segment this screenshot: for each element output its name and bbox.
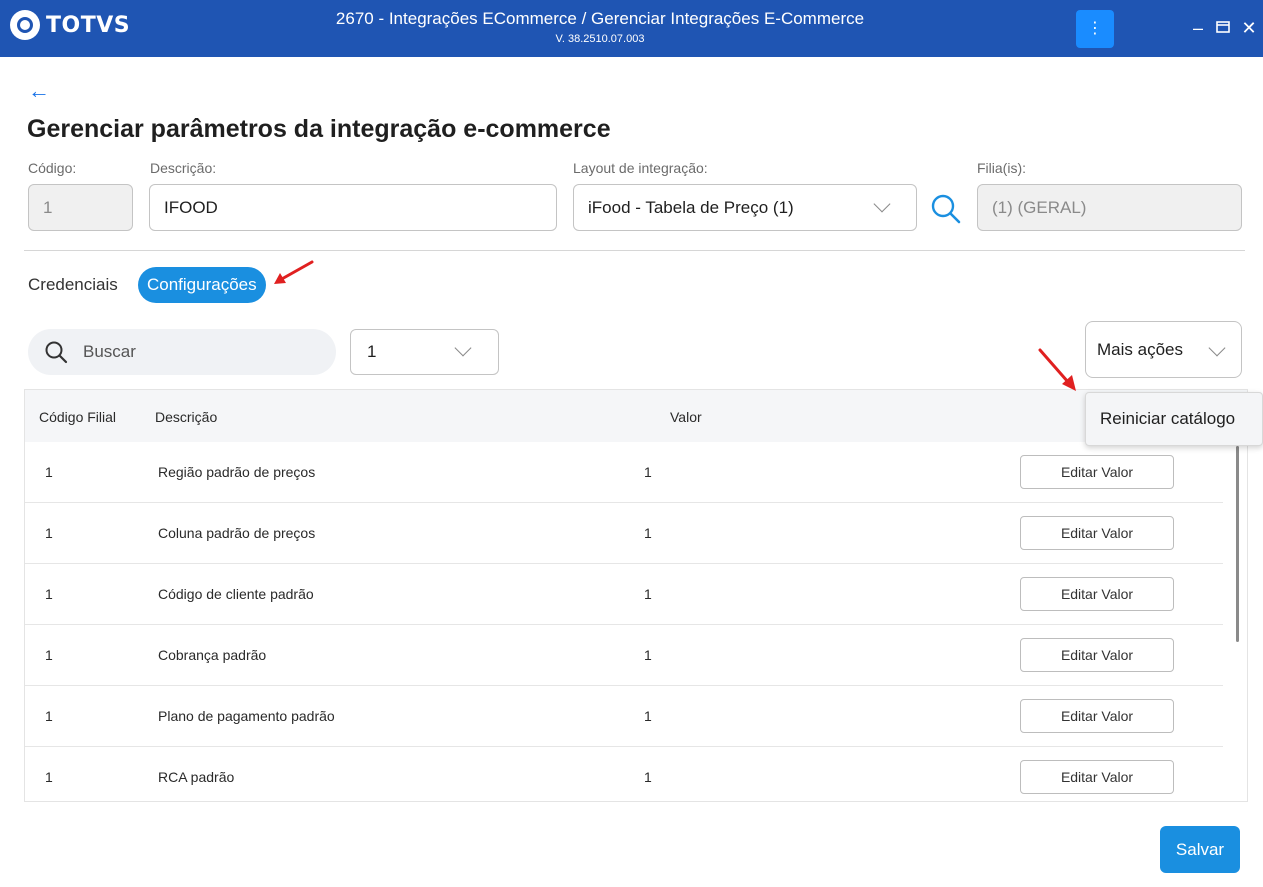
cell-descricao: Cobrança padrão <box>158 647 267 663</box>
search-input[interactable]: Buscar <box>28 329 336 375</box>
page-title: Gerenciar parâmetros da integração e-com… <box>27 115 611 143</box>
annotation-arrow-icon <box>1038 348 1076 391</box>
cell-descricao: RCA padrão <box>158 769 235 785</box>
table-row: 1 RCA padrão 1 Editar Valor <box>25 747 1223 801</box>
edit-value-button[interactable]: Editar Valor <box>1020 638 1174 672</box>
save-button[interactable]: Salvar <box>1160 826 1240 873</box>
cell-valor: 1 <box>644 525 652 541</box>
edit-value-button[interactable]: Editar Valor <box>1020 760 1174 794</box>
maximize-icon[interactable] <box>1210 15 1236 41</box>
column-header-codigo-filial: Código Filial <box>39 409 117 425</box>
tab-configuracoes[interactable]: Configurações <box>138 267 266 303</box>
descricao-field[interactable]: IFOOD <box>149 184 557 231</box>
filiais-label: Filia(is): <box>977 160 1026 176</box>
layout-value: iFood - Tabela de Preço (1) <box>588 197 794 217</box>
table-header: Código Filial Descrição Valor <box>25 390 1247 442</box>
filial-filter-value: 1 <box>367 342 377 361</box>
table-row: 1 Cobrança padrão 1 Editar Valor <box>25 625 1223 686</box>
table-row: 1 Coluna padrão de preços 1 Editar Valor <box>25 503 1223 564</box>
search-icon <box>45 341 68 364</box>
cell-codigo: 1 <box>45 525 53 541</box>
search-icon[interactable] <box>929 192 963 226</box>
cell-codigo: 1 <box>45 708 53 724</box>
filiais-field: (1) (GERAL) <box>977 184 1242 231</box>
layout-label: Layout de integração: <box>573 160 708 176</box>
column-header-descricao: Descrição <box>155 409 218 425</box>
filiais-value: (1) (GERAL) <box>992 197 1087 217</box>
chevron-down-icon <box>1208 339 1226 357</box>
table-row: 1 Código de cliente padrão 1 Editar Valo… <box>25 564 1223 625</box>
annotation-arrow-icon <box>274 260 314 284</box>
table-scrollbar[interactable] <box>1236 446 1239 642</box>
descricao-value: IFOOD <box>164 197 218 217</box>
table-row: 1 Plano de pagamento padrão 1 Editar Val… <box>25 686 1223 747</box>
cell-valor: 1 <box>644 647 652 663</box>
cell-valor: 1 <box>644 769 652 785</box>
window-title: 2670 - Integrações ECommerce / Gerenciar… <box>335 9 865 28</box>
close-icon[interactable]: ✕ <box>1236 15 1262 41</box>
tab-credenciais[interactable]: Credenciais <box>28 267 118 303</box>
codigo-label: Código: <box>28 160 77 176</box>
filial-filter-select[interactable]: 1 <box>350 329 499 375</box>
kebab-icon[interactable]: ⋮ <box>1076 10 1114 48</box>
divider <box>24 250 1245 251</box>
column-header-valor: Valor <box>670 409 702 425</box>
more-actions-button[interactable]: Mais ações <box>1085 321 1242 378</box>
config-table: Código Filial Descrição Valor 1 Região p… <box>24 389 1248 802</box>
arrow-left-icon[interactable]: ← <box>28 78 50 104</box>
cell-valor: 1 <box>644 586 652 602</box>
cell-valor: 1 <box>644 708 652 724</box>
edit-value-button[interactable]: Editar Valor <box>1020 699 1174 733</box>
cell-descricao: Plano de pagamento padrão <box>158 708 335 724</box>
edit-value-button[interactable]: Editar Valor <box>1020 516 1174 550</box>
codigo-value: 1 <box>43 197 53 217</box>
descricao-label: Descrição: <box>150 160 217 176</box>
edit-value-button[interactable]: Editar Valor <box>1020 577 1174 611</box>
more-actions-label: Mais ações <box>1097 339 1183 359</box>
chevron-down-icon <box>873 195 891 213</box>
cell-descricao: Região padrão de preços <box>158 464 316 480</box>
chevron-down-icon <box>454 339 472 357</box>
codigo-field: 1 <box>28 184 133 231</box>
minimize-icon[interactable]: – <box>1185 15 1211 41</box>
cell-codigo: 1 <box>45 586 53 602</box>
edit-value-button[interactable]: Editar Valor <box>1020 455 1174 489</box>
layout-select[interactable]: iFood - Tabela de Preço (1) <box>573 184 917 231</box>
cell-codigo: 1 <box>45 647 53 663</box>
title-bar: TOTVS 2670 - Integrações ECommerce / Ger… <box>0 0 1263 57</box>
search-placeholder: Buscar <box>83 342 136 361</box>
menu-item-reiniciar-catalogo[interactable]: Reiniciar catálogo <box>1085 392 1263 446</box>
cell-descricao: Coluna padrão de preços <box>158 525 316 541</box>
cell-codigo: 1 <box>45 464 53 480</box>
cell-valor: 1 <box>644 464 652 480</box>
cell-descricao: Código de cliente padrão <box>158 586 314 602</box>
cell-codigo: 1 <box>45 769 53 785</box>
window-version: V. 38.2510.07.003 <box>555 33 645 45</box>
table-row: 1 Região padrão de preços 1 Editar Valor <box>25 442 1223 503</box>
